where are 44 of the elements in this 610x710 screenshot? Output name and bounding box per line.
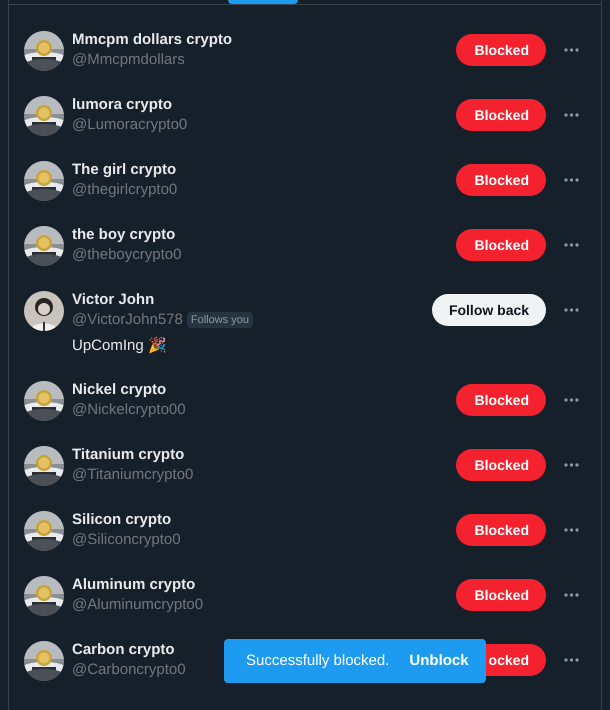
user-handle[interactable]: @theboycrypto0 xyxy=(72,245,182,265)
user-name[interactable]: lumora crypto xyxy=(72,95,172,115)
more-icon[interactable] xyxy=(564,528,578,532)
user-name[interactable]: Mmcpm dollars crypto xyxy=(72,30,232,50)
user-handle[interactable]: @Carboncrypto0 xyxy=(72,660,186,680)
user-name[interactable]: Carbon crypto xyxy=(72,640,175,660)
more-icon[interactable] xyxy=(564,398,578,402)
user-name[interactable]: Titanium crypto xyxy=(72,445,184,465)
blocked-button[interactable]: Blocked xyxy=(456,579,546,611)
user-handle[interactable]: @Aluminumcrypto0 xyxy=(72,595,204,615)
user-handle[interactable]: @thegirlcrypto0 xyxy=(72,180,178,200)
user-handle[interactable]: @Nickelcrypto00 xyxy=(72,400,186,420)
user-handle[interactable]: @Titaniumcrypto0 xyxy=(72,465,194,485)
more-icon[interactable] xyxy=(564,593,578,597)
user-name[interactable]: the boy crypto xyxy=(72,225,176,245)
user-handle[interactable]: @VictorJohn578 xyxy=(72,310,183,330)
follow-back-button[interactable]: Follow back xyxy=(432,294,546,326)
user-name[interactable]: Victor John xyxy=(72,290,154,310)
more-icon[interactable] xyxy=(564,178,578,182)
user-handle[interactable]: @Lumoracrypto0 xyxy=(72,115,188,135)
blocked-button[interactable]: Blocked xyxy=(456,229,546,261)
user-name[interactable]: Silicon crypto xyxy=(72,510,172,530)
user-handle[interactable]: @Siliconcrypto0 xyxy=(72,530,181,550)
follows-you-badge: Follows you xyxy=(186,312,253,328)
blocked-button[interactable]: Blocked xyxy=(456,514,546,546)
blocked-button[interactable]: Blocked xyxy=(456,34,546,66)
more-icon[interactable] xyxy=(564,658,578,662)
blocked-button[interactable]: Blocked xyxy=(456,384,546,416)
blocked-button[interactable]: Blocked xyxy=(456,99,546,131)
user-name[interactable]: Aluminum crypto xyxy=(72,575,196,595)
user-handle[interactable]: @Mmcpmdollars xyxy=(72,50,185,70)
blocked-button[interactable]: Blocked xyxy=(456,449,546,481)
more-icon[interactable] xyxy=(564,48,578,52)
more-icon[interactable] xyxy=(564,113,578,117)
blocked-button[interactable]: Blocked xyxy=(456,164,546,196)
more-icon[interactable] xyxy=(564,243,578,247)
tab-indicator xyxy=(228,0,298,4)
user-name[interactable]: The girl crypto xyxy=(72,160,176,180)
toast-message: Successfully blocked. xyxy=(246,650,390,671)
user-bio: UpComIng 🎉 xyxy=(72,336,167,356)
avatar-icon xyxy=(24,291,64,331)
more-icon[interactable] xyxy=(564,463,578,467)
user-name[interactable]: Nickel crypto xyxy=(72,380,166,400)
more-icon[interactable] xyxy=(564,308,578,312)
